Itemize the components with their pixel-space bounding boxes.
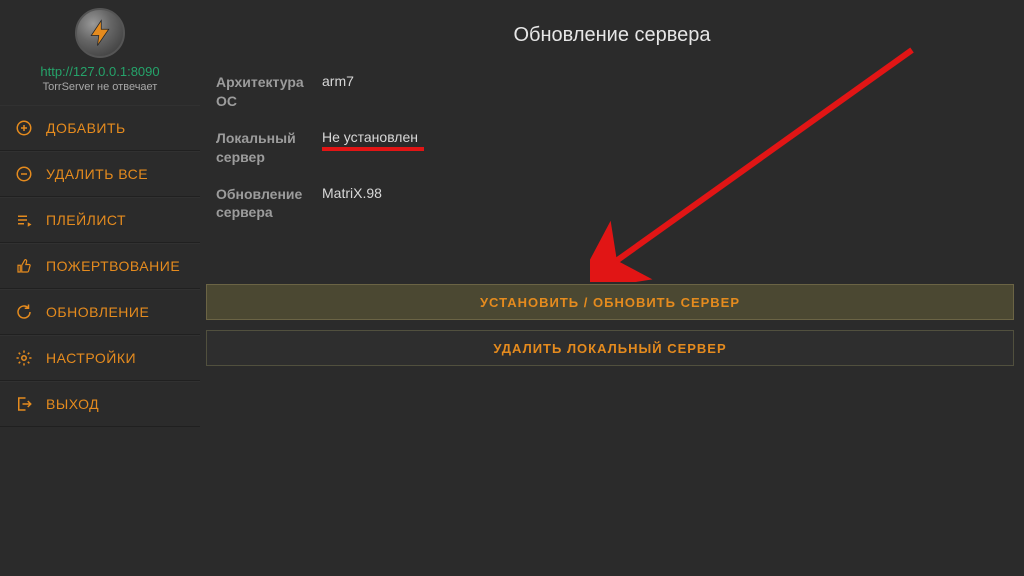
server-info: Архитектура ОС arm7 Локальный сервер Не … [200, 73, 1024, 222]
exit-icon [14, 394, 34, 414]
main-panel: Обновление сервера Архитектура ОС arm7 Л… [200, 0, 1024, 576]
refresh-icon [14, 302, 34, 322]
info-row-arch: Архитектура ОС arm7 [216, 73, 1024, 111]
sidebar: http://127.0.0.1:8090 TorrServer не отве… [0, 0, 200, 576]
nav-item-add[interactable]: ДОБАВИТЬ [0, 105, 200, 151]
nav-item-label: ПОЖЕРТВОВАНИЕ [46, 258, 180, 274]
info-value: MatriX.98 [320, 185, 382, 201]
nav-item-label: НАСТРОЙКИ [46, 350, 136, 366]
nav-item-settings[interactable]: НАСТРОЙКИ [0, 335, 200, 381]
nav-item-label: ВЫХОД [46, 396, 99, 412]
action-buttons: УСТАНОВИТЬ / ОБНОВИТЬ СЕРВЕР УДАЛИТЬ ЛОК… [200, 284, 1024, 366]
nav-item-playlist[interactable]: ПЛЕЙЛИСТ [0, 197, 200, 243]
server-status-text: TorrServer не отвечает [43, 81, 158, 93]
delete-local-button[interactable]: УДАЛИТЬ ЛОКАЛЬНЫЙ СЕРВЕР [206, 330, 1014, 366]
playlist-icon [14, 210, 34, 230]
info-value: Не установлен [320, 129, 418, 145]
gear-icon [14, 348, 34, 368]
info-label: Локальный сервер [216, 129, 320, 167]
nav-item-label: ПЛЕЙЛИСТ [46, 212, 126, 228]
nav-item-delete-all[interactable]: УДАЛИТЬ ВСЕ [0, 151, 200, 197]
info-label: Обновление сервера [216, 185, 320, 223]
minus-circle-icon [14, 164, 34, 184]
highlighted-value: Не установлен [322, 129, 418, 145]
info-value: arm7 [320, 73, 354, 89]
nav-item-label: ОБНОВЛЕНИЕ [46, 304, 149, 320]
nav-item-update[interactable]: ОБНОВЛЕНИЕ [0, 289, 200, 335]
info-row-local-server: Локальный сервер Не установлен [216, 129, 1024, 167]
app-logo [75, 8, 125, 58]
server-url[interactable]: http://127.0.0.1:8090 [40, 64, 159, 79]
nav-item-donate[interactable]: ПОЖЕРТВОВАНИЕ [0, 243, 200, 289]
page-title: Обновление сервера [200, 24, 1024, 47]
plus-circle-icon [14, 118, 34, 138]
nav-item-label: УДАЛИТЬ ВСЕ [46, 166, 148, 182]
info-label: Архитектура ОС [216, 73, 320, 111]
nav-list: ДОБАВИТЬ УДАЛИТЬ ВСЕ ПЛЕЙЛИСТ ПОЖЕРТВОВА… [0, 105, 200, 427]
thumbs-up-icon [14, 256, 34, 276]
info-row-server-update: Обновление сервера MatriX.98 [216, 185, 1024, 223]
nav-item-exit[interactable]: ВЫХОД [0, 381, 200, 427]
install-update-button[interactable]: УСТАНОВИТЬ / ОБНОВИТЬ СЕРВЕР [206, 284, 1014, 320]
nav-item-label: ДОБАВИТЬ [46, 120, 126, 136]
